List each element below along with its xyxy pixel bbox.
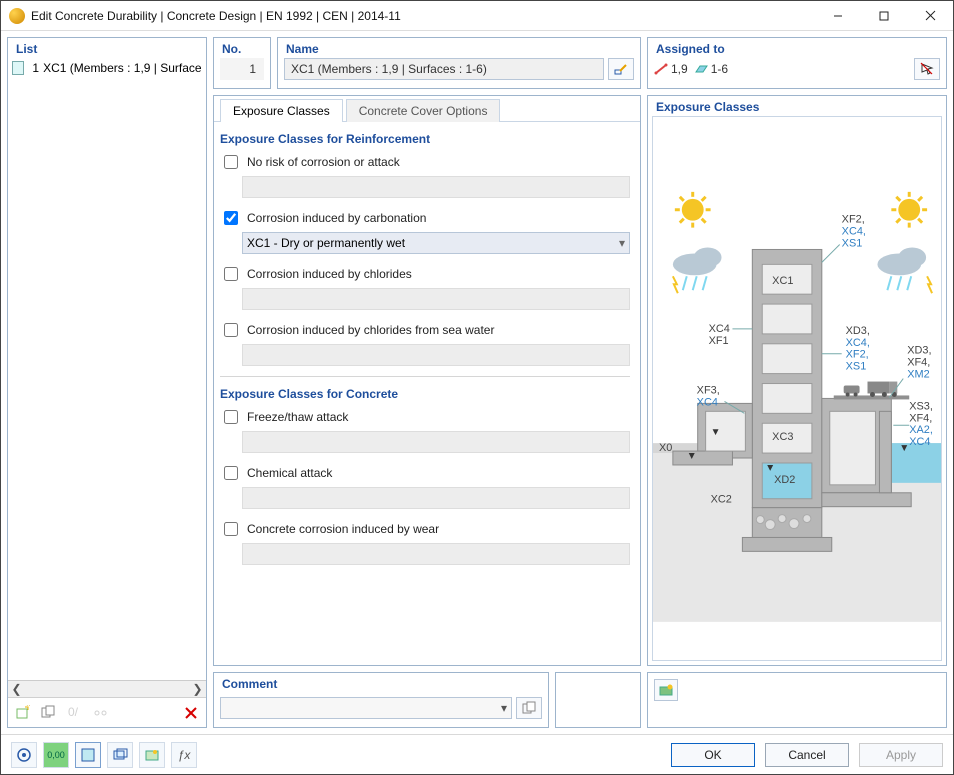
exposure-classes-diagram: XC1 XC3 XD2 XC2 X0 XC4 XF1 XF3, XC4 XF2,… xyxy=(652,116,942,661)
svg-text:XC4: XC4 xyxy=(697,396,718,408)
section-concrete-title: Exposure Classes for Concrete xyxy=(220,387,630,401)
close-button[interactable] xyxy=(907,1,953,30)
chemical-subfield xyxy=(242,487,630,509)
svg-text:XC1: XC1 xyxy=(772,275,793,287)
name-label: Name xyxy=(278,38,640,58)
checkbox-freeze-thaw[interactable] xyxy=(224,410,238,424)
copy-item-button[interactable] xyxy=(38,702,60,724)
cancel-button[interactable]: Cancel xyxy=(765,743,849,767)
comment-label: Comment xyxy=(214,673,548,693)
no-field[interactable] xyxy=(220,58,264,80)
footer-units-button[interactable]: 0,00 xyxy=(43,742,69,768)
chevron-down-icon: ▾ xyxy=(501,701,507,715)
apply-button[interactable]: Apply xyxy=(859,743,943,767)
wear-subfield xyxy=(242,543,630,565)
tab-concrete-cover-options[interactable]: Concrete Cover Options xyxy=(346,99,501,122)
section-reinforcement-title: Exposure Classes for Reinforcement xyxy=(220,132,630,146)
svg-text:XF3,: XF3, xyxy=(697,384,720,396)
footer-view-button[interactable] xyxy=(75,742,101,768)
svg-text:XC2: XC2 xyxy=(711,494,732,506)
assigned-surfaces-text: 1-6 xyxy=(711,62,728,76)
carbonation-select[interactable]: XC1 - Dry or permanently wet ▾ xyxy=(242,232,630,254)
list-header: List xyxy=(8,38,206,58)
assigned-to-label: Assigned to xyxy=(648,38,946,58)
empty-side-panel xyxy=(555,672,641,728)
label-no-risk: No risk of corrosion or attack xyxy=(247,155,400,169)
checkbox-chemical[interactable] xyxy=(224,466,238,480)
minimize-button[interactable] xyxy=(815,1,861,30)
carbonation-select-value: XC1 - Dry or permanently wet xyxy=(247,236,405,250)
svg-text:*: * xyxy=(26,705,31,713)
label-sea-water: Corrosion induced by chlorides from sea … xyxy=(247,323,494,337)
links-button xyxy=(90,702,112,724)
svg-text:XS3,: XS3, xyxy=(909,400,933,412)
freeze-thaw-subfield xyxy=(242,431,630,453)
list-item-label: XC1 (Members : 1,9 | Surfaces : 1-6) xyxy=(43,61,202,75)
chlorides-subfield xyxy=(242,288,630,310)
delete-item-button[interactable] xyxy=(180,702,202,724)
window-title: Edit Concrete Durability | Concrete Desi… xyxy=(31,9,815,23)
comment-combo[interactable]: ▾ xyxy=(220,697,512,719)
edit-name-button[interactable] xyxy=(608,58,634,80)
select-assigned-button[interactable] xyxy=(914,58,940,80)
svg-text:XA2,: XA2, xyxy=(909,424,933,436)
label-chlorides: Corrosion induced by chlorides xyxy=(247,267,412,281)
svg-text:X0: X0 xyxy=(659,442,672,454)
scroll-left-icon[interactable]: ❮ xyxy=(8,682,25,696)
new-item-button[interactable]: * xyxy=(12,702,34,724)
checkbox-chlorides[interactable] xyxy=(224,267,238,281)
ok-button[interactable]: OK xyxy=(671,743,755,767)
svg-text:XD3,: XD3, xyxy=(846,325,870,337)
app-icon xyxy=(9,8,25,24)
svg-text:XC4: XC4 xyxy=(909,436,930,448)
svg-text:XF2,: XF2, xyxy=(842,214,865,226)
assigned-members-chip: 1,9 xyxy=(654,62,688,76)
label-wear: Concrete corrosion induced by wear xyxy=(247,522,439,536)
svg-text:XC4: XC4 xyxy=(709,323,730,335)
svg-text:XM2: XM2 xyxy=(907,369,929,381)
svg-text:XC4,: XC4, xyxy=(846,337,870,349)
checkbox-wear[interactable] xyxy=(224,522,238,536)
list-horizontal-scrollbar[interactable]: ❮ ❯ xyxy=(8,680,206,697)
svg-text:XF4,: XF4, xyxy=(907,357,930,369)
assigned-members-text: 1,9 xyxy=(671,62,688,76)
footer-render-button[interactable] xyxy=(139,742,165,768)
diagram-header: Exposure Classes xyxy=(648,96,946,116)
svg-text:XC4,: XC4, xyxy=(842,226,866,238)
no-risk-subfield xyxy=(242,176,630,198)
svg-text:XF1: XF1 xyxy=(709,335,729,347)
label-freeze-thaw: Freeze/thaw attack xyxy=(247,410,348,424)
sea-water-subfield xyxy=(242,344,630,366)
footer-help-button[interactable] xyxy=(11,742,37,768)
comment-library-button[interactable] xyxy=(516,697,542,719)
footer-model-button[interactable] xyxy=(107,742,133,768)
svg-text:XD2: XD2 xyxy=(774,474,795,486)
list-item[interactable]: 1 XC1 (Members : 1,9 | Surfaces : 1-6) xyxy=(8,58,206,78)
checkbox-no-risk[interactable] xyxy=(224,155,238,169)
name-field[interactable] xyxy=(284,58,604,80)
color-swatch-icon xyxy=(12,61,24,75)
label-carbonation: Corrosion induced by carbonation xyxy=(247,211,426,225)
chevron-down-icon: ▾ xyxy=(619,236,625,250)
assigned-surfaces-chip: 1-6 xyxy=(694,62,728,76)
list-item-number: 1 xyxy=(28,61,39,75)
svg-text:XD3,: XD3, xyxy=(907,345,931,357)
checkbox-sea-water[interactable] xyxy=(224,323,238,337)
diagram-settings-button[interactable] xyxy=(654,679,678,701)
no-label: No. xyxy=(214,38,270,58)
svg-text:0/: 0/ xyxy=(68,705,79,719)
footer-script-button[interactable]: ƒx xyxy=(171,742,197,768)
svg-text:XF4,: XF4, xyxy=(909,412,932,424)
svg-text:XF2,: XF2, xyxy=(846,349,869,361)
svg-text:XS1: XS1 xyxy=(842,237,863,249)
checkbox-carbonation[interactable] xyxy=(224,211,238,225)
maximize-button[interactable] xyxy=(861,1,907,30)
tab-exposure-classes[interactable]: Exposure Classes xyxy=(220,99,343,122)
label-chemical: Chemical attack xyxy=(247,466,332,480)
svg-text:XC3: XC3 xyxy=(772,431,793,443)
renumber-button: 0/ xyxy=(64,702,86,724)
svg-text:XS1: XS1 xyxy=(846,361,867,373)
scroll-right-icon[interactable]: ❯ xyxy=(189,682,206,696)
